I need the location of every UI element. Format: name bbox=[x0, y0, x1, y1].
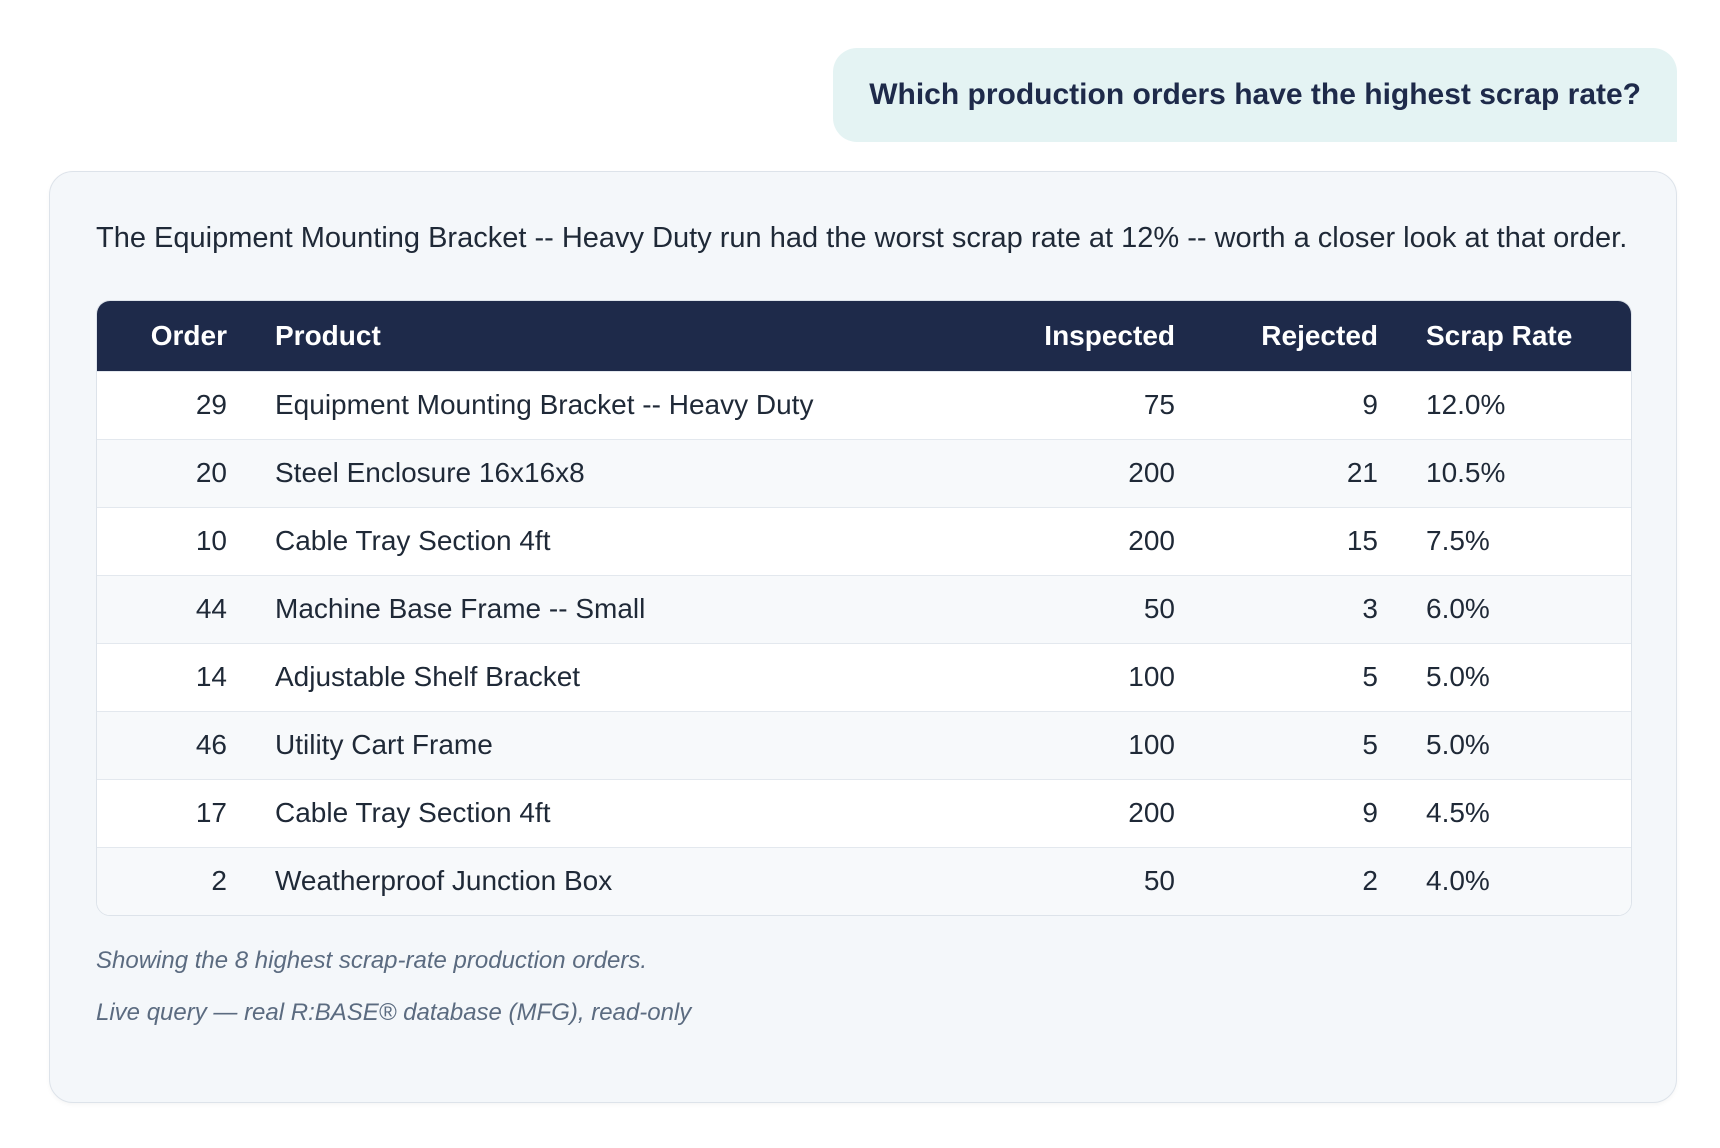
cell-rejected: 21 bbox=[1175, 438, 1378, 507]
header-rejected: Rejected bbox=[1261, 319, 1378, 351]
cell-scrap-rate: 4.0% bbox=[1378, 846, 1631, 915]
data-source-note: Live query — real R:BASE® database (MFG)… bbox=[96, 999, 692, 1026]
cell-product: Adjustable Shelf Bracket bbox=[227, 642, 915, 711]
answer-text: The Equipment Mounting Bracket -- Heavy … bbox=[96, 222, 1628, 254]
cell-order: 14 bbox=[97, 642, 227, 711]
cell-rejected: 5 bbox=[1175, 642, 1378, 711]
cell-inspected: 50 bbox=[915, 574, 1175, 643]
cell-inspected: 100 bbox=[915, 642, 1175, 711]
cell-product: Equipment Mounting Bracket -- Heavy Duty bbox=[227, 370, 915, 439]
cell-order: 2 bbox=[97, 846, 227, 915]
table-row: 20 Steel Enclosure 16x16x8 200 21 10.5% bbox=[97, 438, 1631, 507]
cell-product: Machine Base Frame -- Small bbox=[227, 574, 915, 643]
table-row: 10 Cable Tray Section 4ft 200 15 7.5% bbox=[97, 506, 1631, 575]
cell-rejected: 5 bbox=[1175, 710, 1378, 779]
table-row: 46 Utility Cart Frame 100 5 5.0% bbox=[97, 710, 1631, 779]
cell-rejected: 15 bbox=[1175, 506, 1378, 575]
header-scrap-rate: Scrap Rate bbox=[1426, 319, 1573, 351]
table-row: 44 Machine Base Frame -- Small 50 3 6.0% bbox=[97, 574, 1631, 643]
cell-inspected: 50 bbox=[915, 846, 1175, 915]
cell-scrap-rate: 6.0% bbox=[1378, 574, 1631, 643]
header-inspected: Inspected bbox=[1044, 319, 1175, 351]
assistant-response-card: The Equipment Mounting Bracket -- Heavy … bbox=[49, 171, 1677, 1103]
cell-inspected: 75 bbox=[915, 370, 1175, 439]
cell-rejected: 9 bbox=[1175, 370, 1378, 439]
table-row: 2 Weatherproof Junction Box 50 2 4.0% bbox=[97, 846, 1631, 915]
results-table: Order Product Inspected Rejected Scrap R… bbox=[97, 301, 1631, 915]
cell-inspected: 100 bbox=[915, 710, 1175, 779]
table-header-row: Order Product Inspected Rejected Scrap R… bbox=[97, 301, 1631, 371]
table-row: 29 Equipment Mounting Bracket -- Heavy D… bbox=[97, 370, 1631, 439]
header-product: Product bbox=[275, 319, 381, 351]
cell-scrap-rate: 4.5% bbox=[1378, 778, 1631, 847]
cell-order: 44 bbox=[97, 574, 227, 643]
result-count-note: Showing the 8 highest scrap-rate product… bbox=[96, 947, 647, 974]
chat-view: Which production orders have the highest… bbox=[0, 0, 1720, 1148]
cell-product: Cable Tray Section 4ft bbox=[227, 778, 915, 847]
cell-rejected: 3 bbox=[1175, 574, 1378, 643]
cell-product: Weatherproof Junction Box bbox=[227, 846, 915, 915]
cell-rejected: 9 bbox=[1175, 778, 1378, 847]
cell-inspected: 200 bbox=[915, 778, 1175, 847]
cell-inspected: 200 bbox=[915, 438, 1175, 507]
table-row: 17 Cable Tray Section 4ft 200 9 4.5% bbox=[97, 778, 1631, 847]
header-order: Order bbox=[150, 319, 227, 351]
cell-product: Cable Tray Section 4ft bbox=[227, 506, 915, 575]
cell-scrap-rate: 7.5% bbox=[1378, 506, 1631, 575]
cell-order: 20 bbox=[97, 438, 227, 507]
table-row: 14 Adjustable Shelf Bracket 100 5 5.0% bbox=[97, 642, 1631, 711]
cell-order: 17 bbox=[97, 778, 227, 847]
cell-scrap-rate: 12.0% bbox=[1378, 370, 1631, 439]
cell-order: 29 bbox=[97, 370, 227, 439]
cell-scrap-rate: 5.0% bbox=[1378, 642, 1631, 711]
cell-rejected: 2 bbox=[1175, 846, 1378, 915]
user-message-text: Which production orders have the highest… bbox=[869, 78, 1641, 111]
cell-product: Steel Enclosure 16x16x8 bbox=[227, 438, 915, 507]
cell-product: Utility Cart Frame bbox=[227, 710, 915, 779]
cell-scrap-rate: 10.5% bbox=[1378, 438, 1631, 507]
results-table-container: Order Product Inspected Rejected Scrap R… bbox=[96, 300, 1632, 916]
cell-order: 46 bbox=[97, 710, 227, 779]
user-message-bubble: Which production orders have the highest… bbox=[833, 48, 1677, 142]
cell-inspected: 200 bbox=[915, 506, 1175, 575]
cell-order: 10 bbox=[97, 506, 227, 575]
cell-scrap-rate: 5.0% bbox=[1378, 710, 1631, 779]
